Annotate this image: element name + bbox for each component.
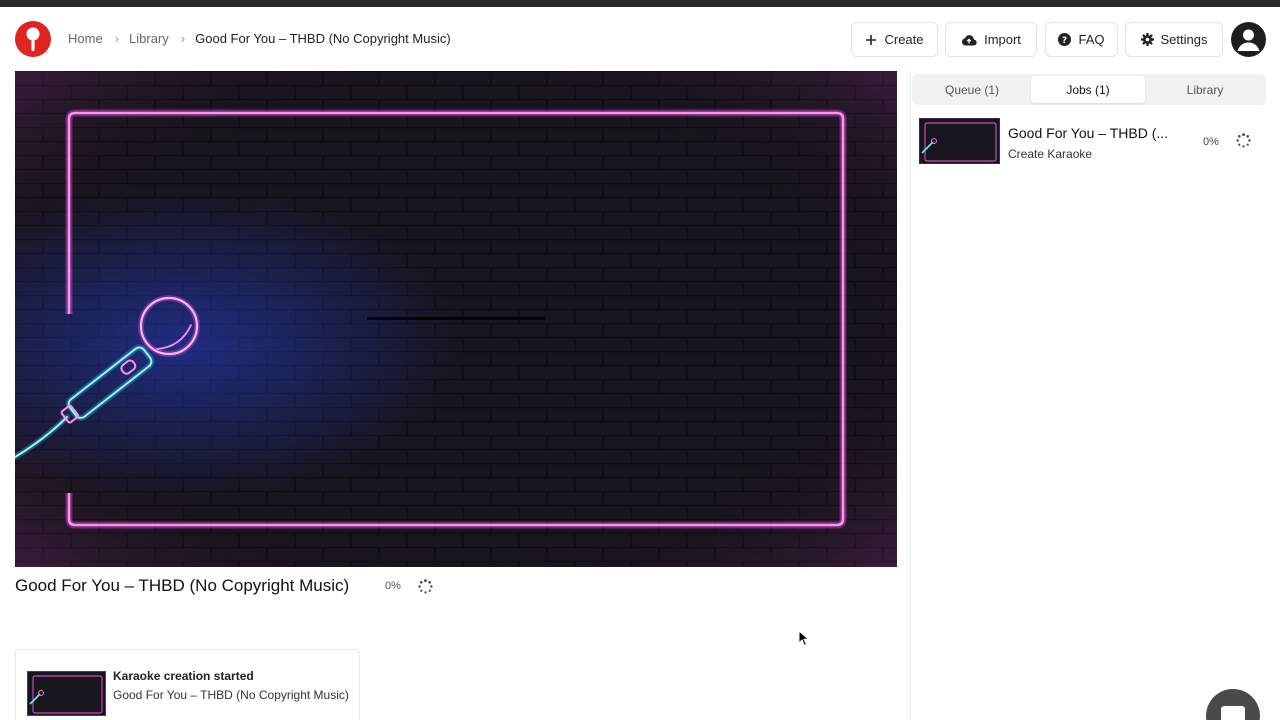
- toast-subtitle: Good For You – THBD (No Copyright Music): [113, 688, 349, 702]
- faq-label: FAQ: [1078, 32, 1105, 47]
- tab-library[interactable]: Library: [1148, 76, 1262, 103]
- song-title: Good For You – THBD (No Copyright Music): [15, 576, 350, 595]
- top-strip: [0, 0, 1280, 7]
- toast-notification[interactable]: Karaoke creation started Good For You – …: [15, 649, 360, 720]
- import-button[interactable]: Import: [945, 22, 1037, 57]
- chat-button[interactable]: [1206, 689, 1260, 720]
- chat-icon: [1221, 706, 1245, 720]
- gear-icon: [1140, 33, 1154, 46]
- job-list-item[interactable]: Good For You – THBD (... Create Karaoke …: [918, 117, 1266, 165]
- tab-jobs[interactable]: Jobs (1): [1031, 76, 1145, 103]
- spinner-icon: [418, 579, 433, 599]
- job-thumbnail: [919, 118, 1000, 164]
- create-label: Create: [884, 32, 924, 47]
- settings-label: Settings: [1160, 32, 1208, 47]
- cloud-upload-icon: [961, 34, 977, 46]
- breadcrumb-current: Good For You – THBD (No Copyright Music): [195, 31, 451, 46]
- karaoke-video-preview[interactable]: [15, 71, 897, 567]
- faq-button[interactable]: ? FAQ: [1045, 22, 1118, 57]
- mouse-cursor-icon: [798, 629, 810, 652]
- user-avatar-icon[interactable]: [1231, 22, 1266, 57]
- side-panel-tabs: Queue (1) Jobs (1) Library: [912, 74, 1266, 105]
- app-header: Home › Library › Good For You – THBD (No…: [0, 7, 1280, 71]
- job-progress-percent: 0%: [1203, 136, 1219, 148]
- plus-icon: [865, 34, 877, 46]
- toast-title: Karaoke creation started: [113, 669, 254, 683]
- breadcrumb: Home › Library › Good For You – THBD (No…: [68, 31, 451, 46]
- job-subtitle: Create Karaoke: [1008, 147, 1093, 161]
- panel-divider: [910, 71, 911, 720]
- job-title: Good For You – THBD (...: [1008, 125, 1169, 141]
- create-button[interactable]: Create: [851, 22, 938, 57]
- breadcrumb-home[interactable]: Home: [68, 31, 103, 46]
- toast-thumbnail: [27, 671, 106, 716]
- question-circle-icon: ?: [1058, 33, 1072, 46]
- import-label: Import: [984, 32, 1021, 47]
- settings-button[interactable]: Settings: [1125, 22, 1223, 57]
- spinner-icon: [1236, 133, 1251, 153]
- progress-percent: 0%: [385, 580, 401, 592]
- tab-queue[interactable]: Queue (1): [915, 76, 1029, 103]
- breadcrumb-library[interactable]: Library: [129, 31, 169, 46]
- chevron-right-icon: ›: [180, 31, 186, 46]
- svg-text:?: ?: [1062, 36, 1067, 46]
- microphone-logo-icon[interactable]: [15, 21, 51, 57]
- chevron-right-icon: ›: [114, 31, 120, 46]
